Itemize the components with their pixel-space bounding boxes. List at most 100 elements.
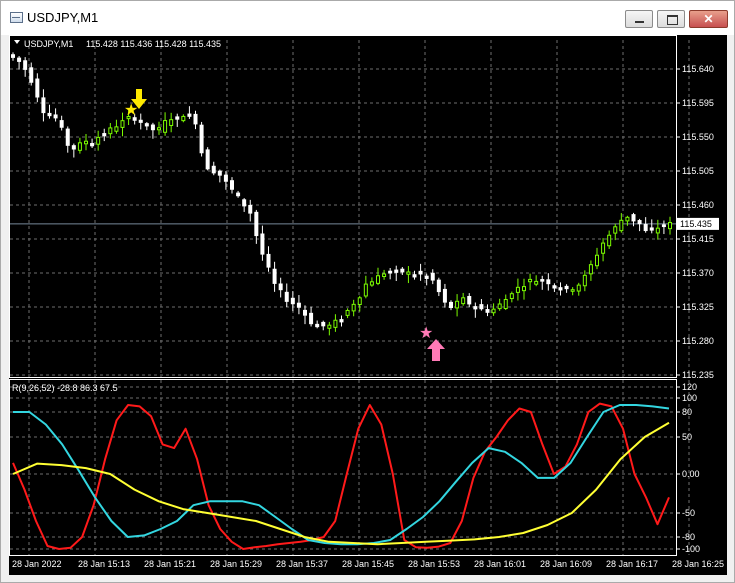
indicator-tick-label: 120 <box>682 382 697 392</box>
candle-body <box>53 114 58 119</box>
symbol-label: USDJPY,M1 <box>24 39 73 49</box>
time-tick-label: 28 Jan 16:09 <box>540 559 592 569</box>
candle-body <box>473 306 478 310</box>
candle-body <box>436 279 441 293</box>
candle-body <box>205 149 210 170</box>
candle-body <box>546 279 551 285</box>
candle-body <box>284 291 289 302</box>
candle-body <box>357 297 362 306</box>
candle-body <box>412 274 417 278</box>
indicator-tick-label: -80 <box>682 532 695 542</box>
candle-body <box>534 280 539 285</box>
candle-body <box>35 78 40 98</box>
candle-body <box>388 270 393 274</box>
time-tick-label: 28 Jan 15:45 <box>342 559 394 569</box>
time-tick-label: 28 Jan 2022 <box>12 559 62 569</box>
title-bar[interactable]: USDJPY,M1 ✕ <box>1 1 734 35</box>
candle-body <box>345 309 350 316</box>
candle-body <box>631 214 636 222</box>
candle-body <box>41 97 46 114</box>
grid <box>10 40 690 555</box>
indicator-tick-label: -100 <box>682 544 700 554</box>
candle-body <box>643 223 648 232</box>
price-tick-label: 115.550 <box>682 132 714 142</box>
candle-body <box>272 268 277 284</box>
candle-body <box>595 254 599 267</box>
candle-body <box>552 285 557 289</box>
candle-body <box>582 274 587 287</box>
candle-body <box>613 226 618 234</box>
time-tick-label: 28 Jan 16:17 <box>606 559 658 569</box>
time-tick-label: 28 Jan 16:01 <box>474 559 526 569</box>
time-tick-label: 28 Jan 15:13 <box>78 559 130 569</box>
candle-body <box>339 319 344 323</box>
candle-body <box>23 60 28 70</box>
close-button[interactable]: ✕ <box>689 10 728 28</box>
candle-body <box>625 216 630 222</box>
candle-body <box>29 67 34 83</box>
candle-body <box>497 303 502 310</box>
candle-body <box>363 283 368 297</box>
candle-body <box>254 211 259 237</box>
candle-body <box>71 145 76 150</box>
candle-body <box>187 113 192 117</box>
chart-window-icon <box>10 12 23 23</box>
indicator-tick-label: -50 <box>682 508 695 518</box>
candle-body <box>522 286 526 292</box>
candle-body <box>382 273 387 277</box>
chart-area[interactable]: ★ ★ 115.640 115.595 115.550 115.505 115.460 11… <box>9 35 727 575</box>
candle-body <box>303 309 307 316</box>
candle-body <box>351 303 356 312</box>
indicator-tick-label: 0.00 <box>682 469 700 479</box>
indicator-panel-border <box>9 379 677 556</box>
candle-body <box>211 165 216 174</box>
candle-body <box>588 264 593 275</box>
candle-body <box>47 112 52 117</box>
candle-body <box>540 279 545 282</box>
candle-body <box>528 278 533 283</box>
price-tick-label: 115.280 <box>682 336 714 346</box>
current-price-label: 115.435 <box>680 219 712 229</box>
minimize-icon <box>635 21 644 23</box>
candle-body <box>102 133 107 137</box>
candle-body <box>150 124 155 131</box>
buy-arrow-icon <box>427 339 445 361</box>
candle-body <box>230 180 234 190</box>
candle-body <box>181 115 186 122</box>
candle-body <box>619 219 624 232</box>
candle-body <box>455 300 460 309</box>
candle-body <box>668 222 672 230</box>
price-tick-label: 115.415 <box>682 234 714 244</box>
candle-body <box>442 288 447 303</box>
candle-body <box>266 253 271 268</box>
chart-canvas[interactable]: ★★ 115.640115.595115.550115.505115.46011… <box>9 35 727 575</box>
candle-body <box>84 140 88 145</box>
indicator-label: R(9,26,52) -28.8 86.3 67.5 <box>12 383 118 393</box>
candle-body <box>65 128 70 146</box>
candle-body <box>418 270 423 275</box>
candle-body <box>485 309 490 313</box>
candle-body <box>236 192 241 197</box>
time-tick-label: 28 Jan 15:29 <box>210 559 262 569</box>
candle-body <box>491 308 496 314</box>
candle-body <box>449 301 453 309</box>
candle-body <box>315 323 320 328</box>
candle-body <box>394 269 399 273</box>
candle-body <box>406 271 411 275</box>
candle-body <box>509 293 514 300</box>
candle-body <box>260 233 265 255</box>
candle-body <box>242 199 247 207</box>
minimize-button[interactable] <box>625 10 653 28</box>
indicator-tick-label: 50 <box>682 432 692 442</box>
candle-body <box>309 312 314 325</box>
maximize-button[interactable] <box>657 10 685 28</box>
candle-body <box>515 286 520 293</box>
candle-body <box>558 287 563 291</box>
candle-body <box>175 116 180 120</box>
candle-body <box>376 275 380 284</box>
chart-menu-triangle-icon[interactable] <box>14 40 20 44</box>
candle-body <box>163 120 168 133</box>
candle-body <box>108 127 113 135</box>
candle-body <box>327 324 332 329</box>
ohlc-label: 115.428 115.436 115.428 115.435 <box>86 39 221 49</box>
